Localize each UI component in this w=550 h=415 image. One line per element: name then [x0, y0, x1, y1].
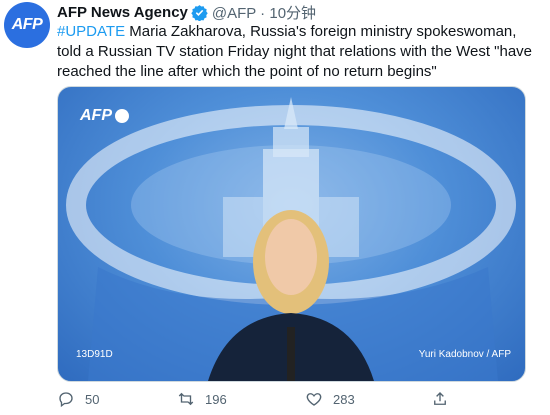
reply-icon — [59, 392, 73, 408]
like-button[interactable]: 283 — [305, 390, 355, 408]
account-handle-time[interactable]: @AFP · 10分钟 — [212, 2, 316, 23]
tweet-header: AFP News Agency @AFP · 10分钟 — [57, 2, 316, 22]
photo-id-caption: 13D91D — [76, 349, 113, 360]
heart-icon — [306, 393, 322, 406]
tweet-photo[interactable]: AFP 13D91D Yuri Kadobnov / AFP — [57, 86, 526, 382]
retweet-count: 196 — [205, 391, 227, 407]
retweet-icon — [178, 392, 194, 406]
avatar-text: AFP — [11, 16, 43, 33]
share-button[interactable] — [431, 390, 449, 408]
afp-logo-dot — [115, 109, 129, 123]
photo-credit-caption: Yuri Kadobnov / AFP — [418, 349, 511, 360]
tweet-text: #UPDATE Maria Zakharova, Russia's foreig… — [57, 22, 542, 82]
afp-watermark-logo: AFP — [80, 107, 129, 125]
share-icon — [434, 392, 446, 405]
afp-logo-text: AFP — [80, 107, 112, 124]
tweet-body: Maria Zakharova, Russia's foreign minist… — [57, 23, 533, 80]
account-name[interactable]: AFP News Agency — [57, 4, 188, 21]
avatar[interactable]: AFP — [4, 2, 50, 48]
tweet-card: AFP AFP News Agency @AFP · 10分钟 #UPDATE … — [0, 0, 550, 415]
reply-button[interactable]: 50 — [57, 390, 99, 408]
hashtag-link[interactable]: #UPDATE — [57, 23, 125, 40]
ministry-emblem-backdrop — [66, 97, 516, 381]
like-count: 283 — [333, 391, 355, 407]
reply-count: 50 — [85, 391, 100, 407]
verified-badge-icon — [191, 4, 208, 21]
action-bar: 50 196 283 — [57, 390, 477, 412]
retweet-button[interactable]: 196 — [177, 390, 227, 408]
